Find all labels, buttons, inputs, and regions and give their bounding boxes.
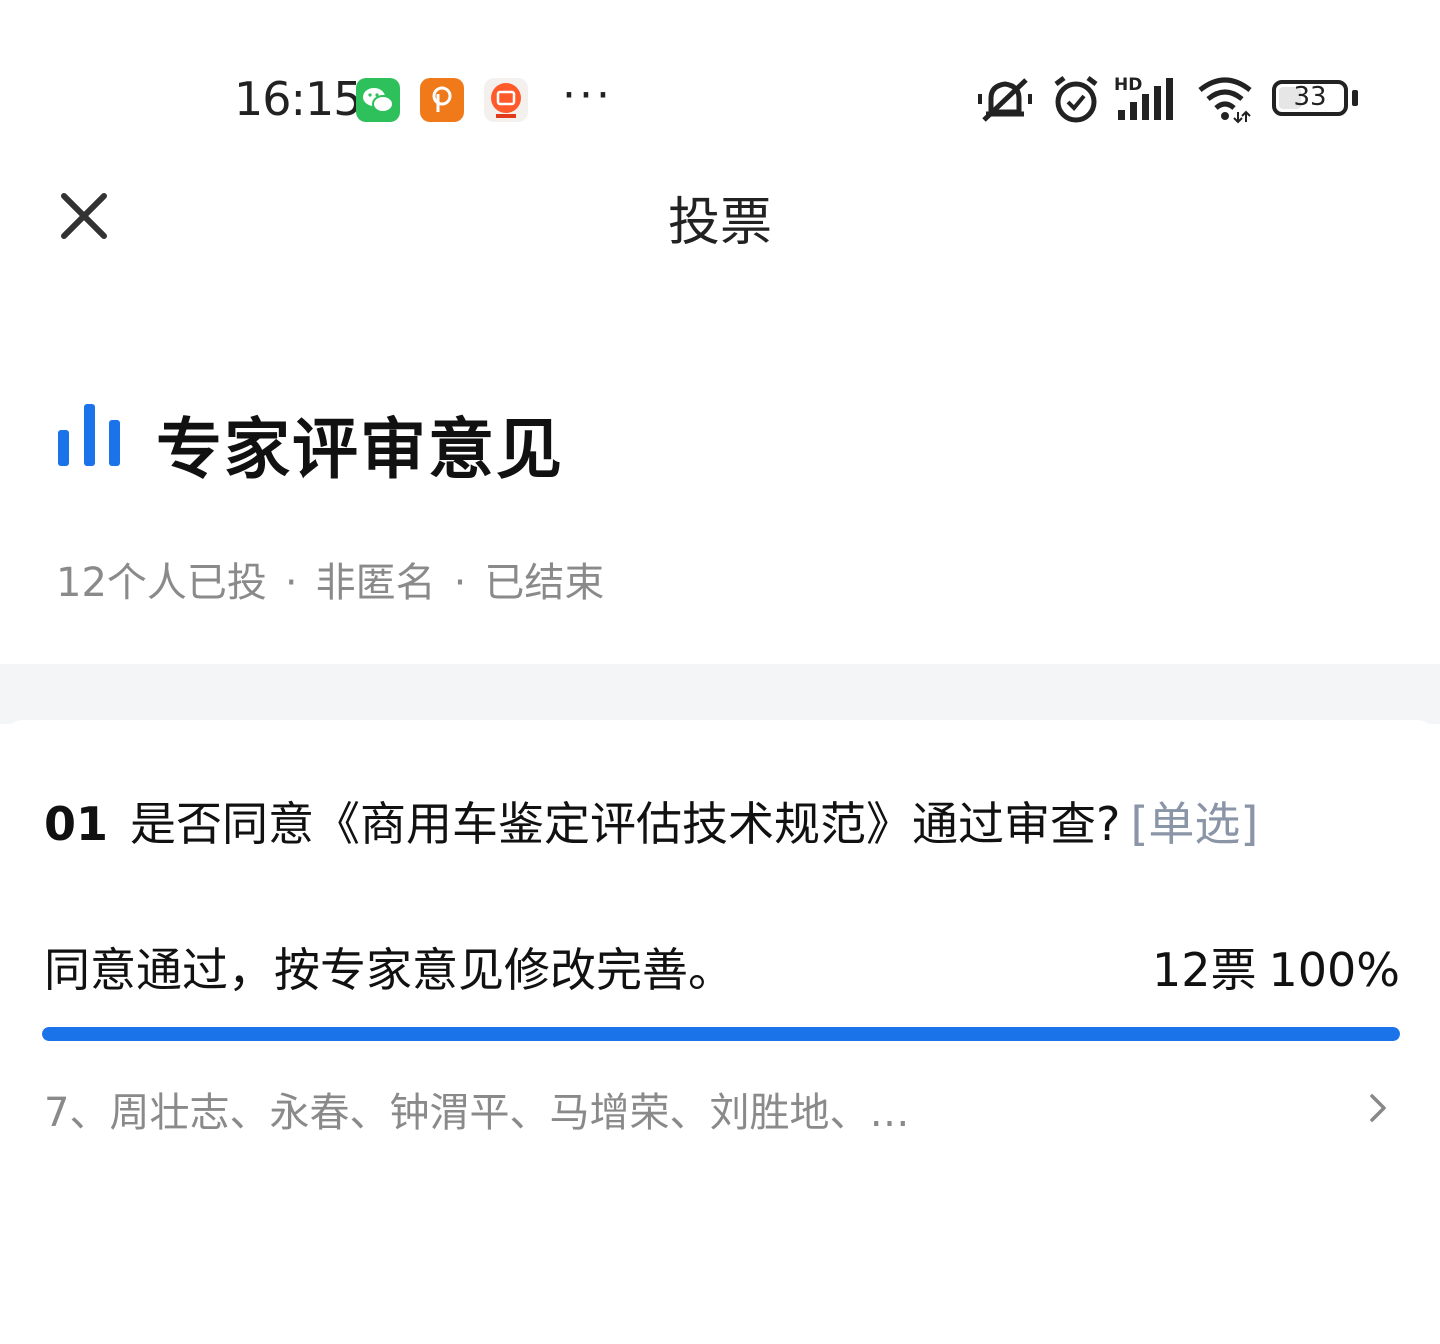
alarm-icon bbox=[1054, 76, 1098, 123]
hd-signal-icon: HD bbox=[1114, 75, 1173, 120]
anonymity-label: 非匿名 bbox=[315, 560, 436, 606]
status-bar: 16:15 ··· HD 33 bbox=[0, 0, 1440, 170]
voters-list-row[interactable]: 7、周壮志、永春、钟渭平、马增荣、刘胜地、… bbox=[44, 1080, 1390, 1136]
page-title: 投票 bbox=[667, 193, 772, 253]
status-time: 16:15 bbox=[234, 72, 363, 126]
question-text: 是否同意《商用车鉴定评估技术规范》通过审查? bbox=[130, 797, 1121, 851]
wifi-icon bbox=[1198, 77, 1252, 124]
poll-status-label: 已结束 bbox=[484, 560, 605, 606]
option-progress-fill bbox=[42, 1027, 1400, 1041]
option-stats: 12票 100% bbox=[1152, 934, 1400, 1000]
option-votes: 12票 bbox=[1151, 943, 1257, 997]
question-title: 01 是否同意《商用车鉴定评估技术规范》通过审查? [单选] bbox=[44, 788, 1258, 854]
mute-icon bbox=[978, 78, 1032, 122]
poll-meta: 12个人已投 · 非匿名 · 已结束 bbox=[56, 550, 604, 608]
option-row: 同意通过，按专家意见修改完善。 12票 100% bbox=[44, 934, 1400, 997]
section-divider bbox=[0, 664, 1440, 724]
question-number: 01 bbox=[44, 797, 109, 851]
svg-text:HD: HD bbox=[1114, 75, 1142, 95]
meta-separator: · bbox=[284, 560, 298, 606]
battery-tip bbox=[1352, 90, 1358, 106]
bar-chart-icon bbox=[58, 404, 120, 466]
poll-title: 专家评审意见 bbox=[156, 411, 564, 488]
question-type-tag: [单选] bbox=[1130, 797, 1259, 851]
more-notifications-icon: ··· bbox=[562, 70, 613, 121]
battery-percent: 33 bbox=[1293, 82, 1327, 112]
meta-separator: · bbox=[453, 560, 467, 606]
vote-count-label: 12个人已投 bbox=[56, 560, 267, 606]
option-label: 同意通过，按专家意见修改完善。 bbox=[44, 943, 734, 997]
option-percent: 100% bbox=[1268, 943, 1400, 997]
p-app-icon bbox=[420, 78, 464, 122]
battery-icon: 33 bbox=[1272, 80, 1348, 116]
taobao-icon bbox=[484, 78, 528, 122]
option-progress-bar bbox=[42, 1027, 1400, 1041]
voters-names: 7、周壮志、永春、钟渭平、马增荣、刘胜地、… bbox=[44, 1090, 910, 1136]
chevron-right-icon bbox=[1370, 1094, 1386, 1122]
wechat-icon bbox=[356, 78, 400, 122]
